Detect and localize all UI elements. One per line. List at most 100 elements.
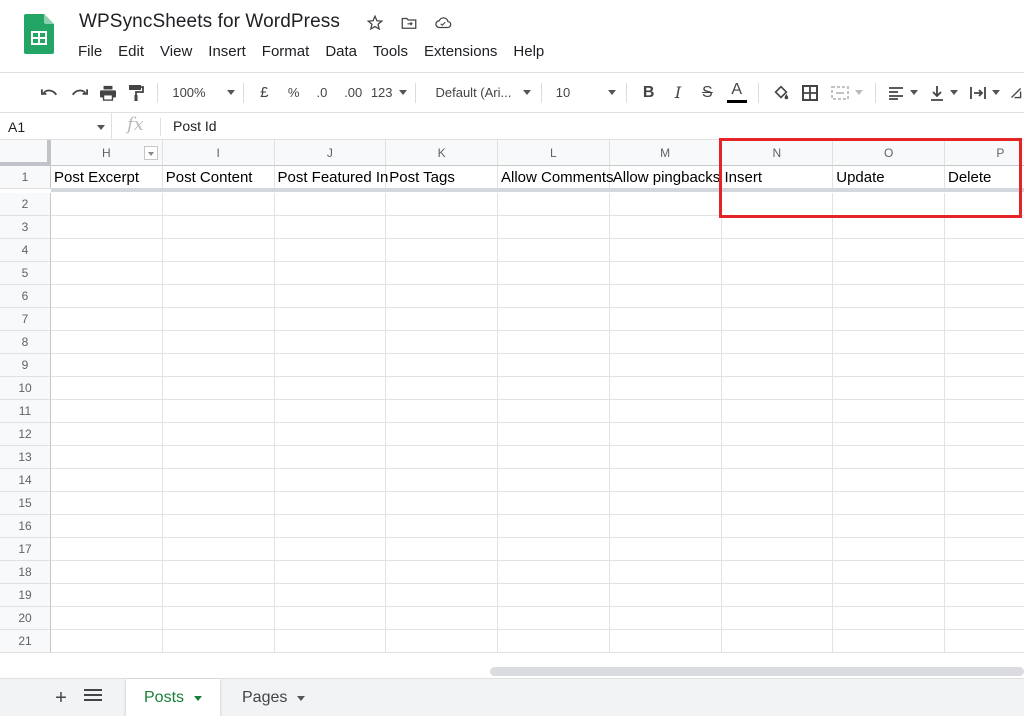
cell-i21[interactable] — [162, 630, 275, 653]
cell-p4[interactable] — [945, 239, 1024, 262]
cell-l12[interactable] — [498, 423, 610, 446]
menu-format[interactable]: Format — [254, 43, 318, 60]
horizontal-scrollbar[interactable] — [490, 667, 1024, 676]
cell-j8[interactable] — [274, 331, 387, 354]
cell-j2[interactable] — [274, 193, 387, 216]
cell-p13[interactable] — [945, 446, 1024, 469]
cell-m4[interactable] — [609, 239, 722, 262]
cell-m15[interactable] — [609, 492, 722, 515]
cell-i16[interactable] — [162, 515, 275, 538]
cell-i4[interactable] — [162, 239, 275, 262]
cell-k19[interactable] — [386, 584, 498, 607]
row-header-4[interactable]: 4 — [0, 239, 51, 262]
cell-o3[interactable] — [833, 216, 945, 239]
text-rotation-icon[interactable] — [1010, 79, 1024, 107]
cell-m11[interactable] — [609, 400, 722, 423]
cell-o17[interactable] — [833, 538, 945, 561]
cell-i19[interactable] — [162, 584, 275, 607]
cell-j16[interactable] — [274, 515, 387, 538]
cell-k4[interactable] — [386, 239, 498, 262]
cell-j3[interactable] — [274, 216, 387, 239]
cell-n20[interactable] — [721, 607, 834, 630]
cell-n11[interactable] — [721, 400, 834, 423]
cell-h2[interactable] — [51, 193, 163, 216]
cell-m3[interactable] — [609, 216, 722, 239]
document-title[interactable]: WPSyncSheets for WordPress — [79, 11, 340, 33]
cell-h3[interactable] — [51, 216, 163, 239]
strikethrough-icon[interactable]: S — [696, 79, 719, 107]
cell-i14[interactable] — [162, 469, 275, 492]
column-header-o[interactable]: O — [833, 140, 945, 166]
cell-i18[interactable] — [162, 561, 275, 584]
cell-k13[interactable] — [386, 446, 498, 469]
row-header-10[interactable]: 10 — [0, 377, 51, 400]
cell-l13[interactable] — [498, 446, 610, 469]
cell-n15[interactable] — [721, 492, 834, 515]
cell-o5[interactable] — [833, 262, 945, 285]
menu-insert[interactable]: Insert — [200, 43, 254, 60]
row-header-13[interactable]: 13 — [0, 446, 51, 469]
cell-p3[interactable] — [945, 216, 1024, 239]
cell-p1[interactable]: Delete — [945, 166, 1024, 189]
increase-decimal-button[interactable]: .00 — [340, 79, 367, 107]
column-header-m[interactable]: M — [609, 140, 722, 166]
cell-k12[interactable] — [386, 423, 498, 446]
cell-i7[interactable] — [162, 308, 275, 331]
select-all-corner[interactable] — [0, 140, 51, 166]
text-wrapping-select[interactable] — [970, 79, 1001, 107]
cell-j18[interactable] — [274, 561, 387, 584]
font-select[interactable]: Default (Ari... — [435, 79, 531, 107]
font-size-select[interactable]: 10 — [556, 79, 617, 107]
row-header-6[interactable]: 6 — [0, 285, 51, 308]
cell-k8[interactable] — [386, 331, 498, 354]
cell-p17[interactable] — [945, 538, 1024, 561]
cell-l5[interactable] — [498, 262, 610, 285]
cell-l7[interactable] — [498, 308, 610, 331]
cell-p19[interactable] — [945, 584, 1024, 607]
cell-h13[interactable] — [51, 446, 163, 469]
column-header-j[interactable]: J — [274, 140, 387, 166]
cell-m19[interactable] — [609, 584, 722, 607]
cell-l9[interactable] — [498, 354, 610, 377]
cell-o20[interactable] — [833, 607, 945, 630]
row-header-11[interactable]: 11 — [0, 400, 51, 423]
cell-p14[interactable] — [945, 469, 1024, 492]
row-header-14[interactable]: 14 — [0, 469, 51, 492]
cell-h5[interactable] — [51, 262, 163, 285]
cell-h21[interactable] — [51, 630, 163, 653]
cell-o6[interactable] — [833, 285, 945, 308]
cell-h12[interactable] — [51, 423, 163, 446]
add-sheet-button[interactable]: + — [50, 687, 72, 709]
cell-m8[interactable] — [609, 331, 722, 354]
cell-h17[interactable] — [51, 538, 163, 561]
cell-n9[interactable] — [721, 354, 834, 377]
cell-p12[interactable] — [945, 423, 1024, 446]
cell-l18[interactable] — [498, 561, 610, 584]
column-header-p[interactable]: P — [945, 140, 1024, 166]
cell-h1[interactable]: Post Excerpt — [51, 166, 163, 189]
cell-p20[interactable] — [945, 607, 1024, 630]
menu-file[interactable]: File — [70, 43, 110, 60]
cell-m14[interactable] — [609, 469, 722, 492]
cell-j11[interactable] — [274, 400, 387, 423]
cell-i13[interactable] — [162, 446, 275, 469]
cell-k1[interactable]: Post Tags — [386, 166, 498, 189]
cell-m6[interactable] — [609, 285, 722, 308]
more-formats-select[interactable]: 123 — [371, 79, 407, 107]
move-to-folder-icon[interactable] — [398, 12, 420, 34]
cell-o13[interactable] — [833, 446, 945, 469]
cell-k16[interactable] — [386, 515, 498, 538]
currency-format-button[interactable]: £ — [254, 79, 275, 107]
cell-m5[interactable] — [609, 262, 722, 285]
cell-l16[interactable] — [498, 515, 610, 538]
cell-n5[interactable] — [721, 262, 834, 285]
cell-n13[interactable] — [721, 446, 834, 469]
cell-j4[interactable] — [274, 239, 387, 262]
chevron-down-icon[interactable] — [855, 90, 864, 95]
row-header-17[interactable]: 17 — [0, 538, 51, 561]
cell-i1[interactable]: Post Content — [162, 166, 275, 189]
cell-l17[interactable] — [498, 538, 610, 561]
cell-l6[interactable] — [498, 285, 610, 308]
cell-j10[interactable] — [274, 377, 387, 400]
cell-p2[interactable] — [945, 193, 1024, 216]
